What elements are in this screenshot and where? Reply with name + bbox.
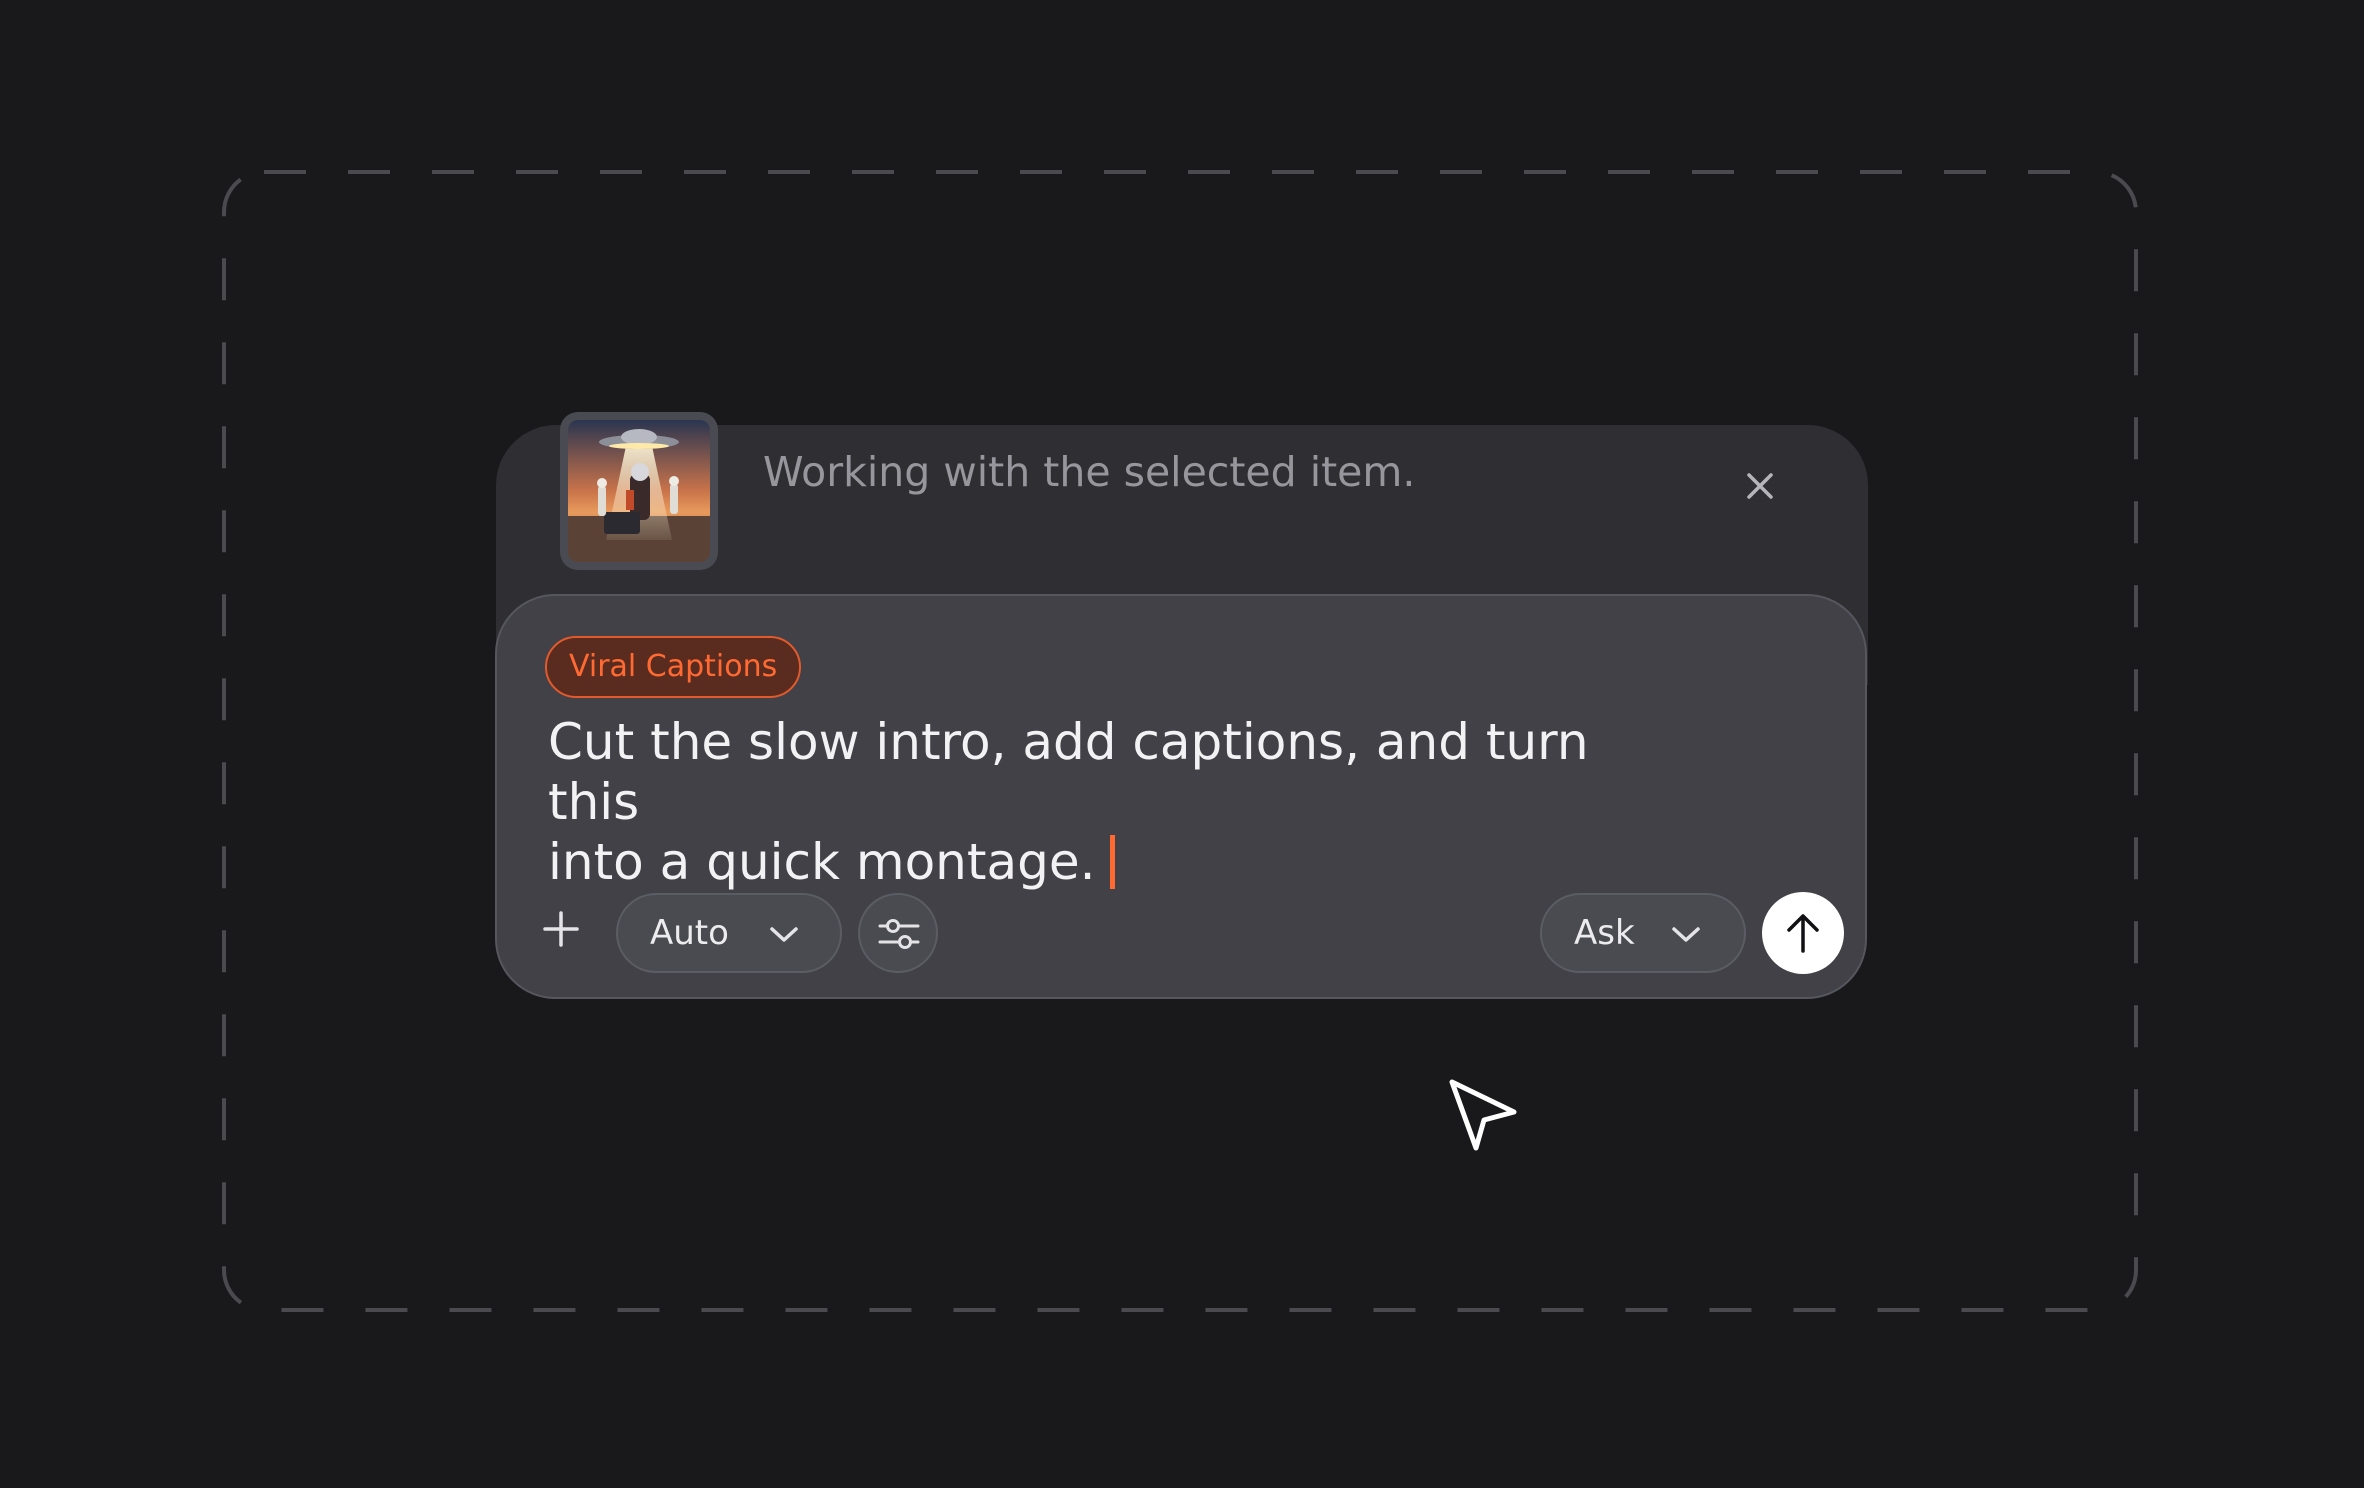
close-button[interactable] <box>1738 464 1782 508</box>
arrow-up-icon <box>1787 914 1819 953</box>
template-chip[interactable]: Viral Captions <box>545 636 802 698</box>
prompt-input[interactable]: Cut the slow intro, add captions, and tu… <box>548 712 1668 892</box>
chevron-down-icon <box>1672 927 1700 942</box>
selected-item-thumbnail[interactable] <box>560 412 718 570</box>
add-attachment-button[interactable] <box>538 906 584 952</box>
sliders-icon <box>878 919 920 949</box>
plus-icon <box>543 911 579 947</box>
canvas: Working with the selected item. Viral Ca… <box>0 0 2364 1488</box>
prompt-line-1: Cut the slow intro, add captions, and tu… <box>548 713 1589 831</box>
ufo-desert-scene-thumbnail <box>568 420 710 562</box>
prompt-line-2: into a quick montage. <box>548 833 1096 891</box>
close-icon <box>1747 473 1773 499</box>
mode-select[interactable]: Ask <box>1540 893 1746 973</box>
text-caret <box>1109 835 1115 889</box>
mouse-pointer-icon <box>1449 1079 1517 1151</box>
chevron-down-icon <box>770 927 798 942</box>
mode-select-value: Ask <box>1574 913 1635 953</box>
send-button[interactable] <box>1762 892 1844 974</box>
context-message: Working with the selected item. <box>763 448 1416 496</box>
model-select[interactable]: Auto <box>616 893 842 973</box>
model-select-value: Auto <box>650 913 729 953</box>
settings-button[interactable] <box>858 893 938 973</box>
